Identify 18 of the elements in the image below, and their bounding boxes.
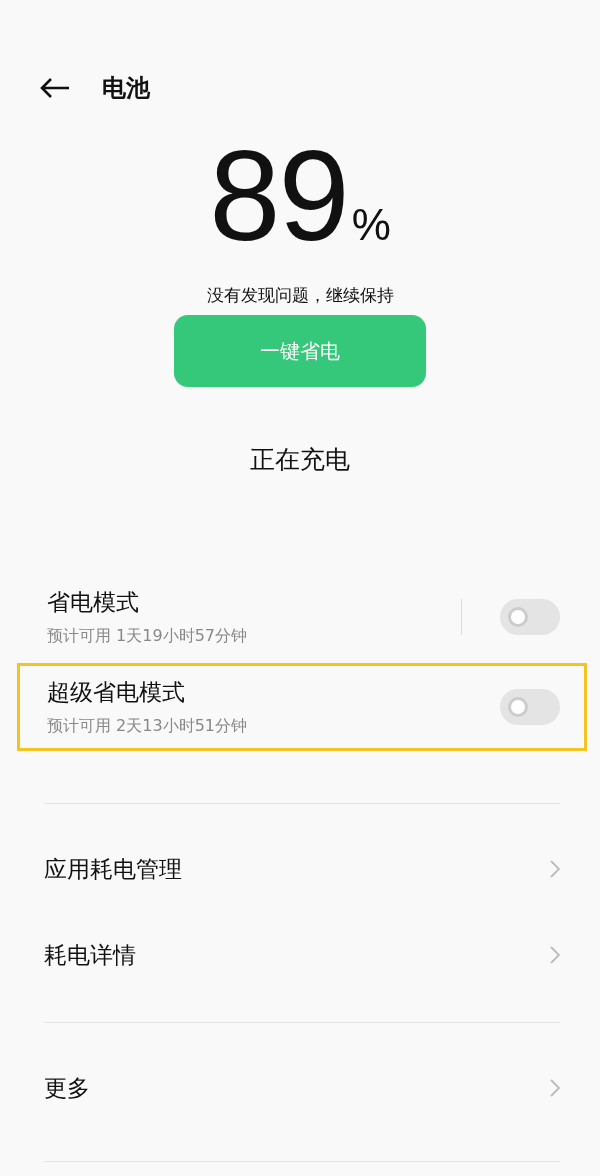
- menu-item[interactable]: 应用耗电管理: [44, 853, 550, 885]
- battery-status-text: 没有发现问题，继续保持: [206, 284, 394, 307]
- menu-item[interactable]: 耗电详情: [44, 939, 550, 971]
- mode-title: 省电模式: [47, 588, 140, 617]
- toggle-switch[interactable]: [500, 599, 560, 635]
- chevron-right-icon: [550, 860, 560, 878]
- toggle-switch[interactable]: [500, 689, 560, 725]
- percent-sign: %: [351, 200, 391, 250]
- chevron-right-icon: [550, 1079, 560, 1097]
- menu-item[interactable]: 更多: [44, 1072, 550, 1104]
- back-arrow-icon[interactable]: [40, 77, 70, 99]
- mode-estimate: 预计可用 2天13小时51分钟: [47, 716, 248, 737]
- battery-percentage: 89: [209, 136, 348, 256]
- chevron-right-icon: [550, 946, 560, 964]
- mode-estimate: 预计可用 1天19小时57分钟: [47, 626, 248, 647]
- page-title: 电池: [102, 73, 150, 104]
- charging-status: 正在充电: [250, 444, 350, 476]
- mode-title: 超级省电模式: [47, 678, 186, 707]
